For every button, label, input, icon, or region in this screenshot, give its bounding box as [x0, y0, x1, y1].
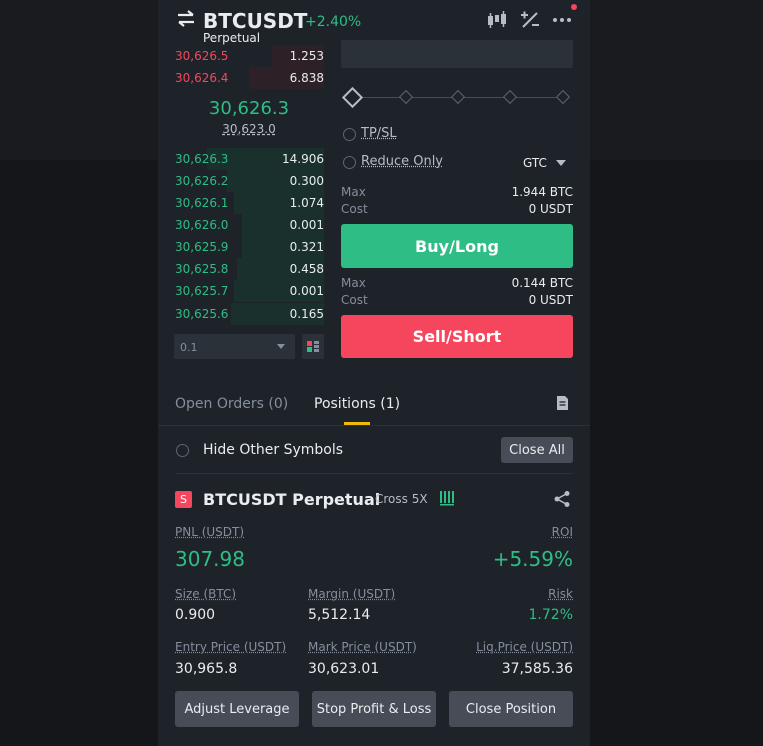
close-all-button[interactable]: Close All	[501, 437, 573, 463]
bid-qty: 0.458	[289, 262, 324, 276]
bid-price: 30,626.1	[175, 196, 229, 210]
adjust-leverage-button[interactable]: Adjust Leverage	[175, 691, 299, 727]
margin-mode[interactable]: Cross 5X	[375, 492, 428, 506]
bid-price: 30,625.9	[175, 240, 229, 254]
orderbook-layout-icon[interactable]	[302, 334, 324, 359]
positions-divider	[175, 473, 573, 474]
reduce-only-radio[interactable]	[343, 156, 356, 169]
margin-label[interactable]: Margin (USDT)	[308, 587, 395, 601]
more-icon[interactable]	[551, 10, 573, 30]
size-label[interactable]: Size (BTC)	[175, 587, 236, 601]
bid-row[interactable]: 30,625.9 0.321	[174, 236, 324, 258]
bid-row[interactable]: 30,626.2 0.300	[174, 170, 324, 192]
reduce-only-label[interactable]: Reduce Only	[361, 154, 443, 169]
contract-type: Perpetual	[203, 31, 261, 45]
buy-cost-label: Cost	[341, 202, 368, 216]
sell-max-label: Max	[341, 276, 366, 290]
tp-sl-radio[interactable]	[343, 128, 356, 141]
pnl-value: 307.98	[175, 547, 245, 571]
chevron-down-icon	[277, 344, 285, 349]
bid-qty: 0.300	[289, 174, 324, 188]
close-position-button[interactable]: Close Position	[449, 691, 573, 727]
roi-value: +5.59%	[492, 547, 573, 571]
entry-price-value: 30,965.8	[175, 661, 238, 677]
pnl-label[interactable]: PNL (USDT)	[175, 525, 244, 539]
depth-precision-value: 0.1	[180, 341, 198, 354]
bid-price: 30,626.0	[175, 218, 229, 232]
stop-profit-loss-button[interactable]: Stop Profit & Loss	[312, 691, 436, 727]
liq-price-value: 37,585.36	[501, 661, 573, 677]
bid-qty: 0.321	[289, 240, 324, 254]
bid-qty: 0.001	[289, 284, 324, 298]
slider-step-50[interactable]	[450, 89, 466, 105]
position-title[interactable]: BTCUSDT Perpetual	[203, 490, 380, 509]
chevron-down-icon[interactable]	[556, 160, 566, 166]
bid-row[interactable]: 30,626.0 0.001	[174, 214, 324, 236]
bid-row[interactable]: 30,625.6 0.165	[174, 303, 324, 325]
bid-qty: 0.001	[289, 218, 324, 232]
time-in-force-select[interactable]: GTC	[523, 156, 547, 170]
slider-handle[interactable]	[341, 86, 364, 109]
tabs-divider	[158, 425, 590, 426]
ask-qty: 6.838	[289, 71, 324, 85]
phone-screen: BTCUSDT +2.40% Perpetual 30,626.5 1.253 …	[158, 0, 590, 746]
candlestick-chart-icon[interactable]	[486, 10, 508, 30]
risk-label[interactable]: Risk	[548, 587, 573, 601]
last-price[interactable]: 30,626.3	[174, 98, 324, 119]
slider-step-100[interactable]	[555, 89, 571, 105]
mark-price[interactable]: 30,623.0	[174, 122, 324, 136]
bid-price: 30,625.6	[175, 307, 229, 321]
risk-value: 1.72%	[528, 607, 573, 623]
margin-value: 5,512.14	[308, 607, 371, 623]
bid-row[interactable]: 30,625.8 0.458	[174, 258, 324, 280]
bid-qty: 14.906	[282, 152, 324, 166]
sell-cost-label: Cost	[341, 293, 368, 307]
bid-price: 30,625.8	[175, 262, 229, 276]
share-icon[interactable]	[553, 490, 571, 508]
liq-price-label[interactable]: Liq.Price (USDT)	[476, 640, 573, 654]
adl-indicator-icon	[440, 491, 454, 506]
bid-row[interactable]: 30,626.1 1.074	[174, 192, 324, 214]
mark-price-value: 30,623.01	[308, 661, 380, 677]
hide-other-symbols-radio[interactable]	[176, 444, 189, 457]
roi-label[interactable]: ROI	[552, 525, 573, 539]
tab-open-orders[interactable]: Open Orders (0)	[175, 396, 288, 412]
tab-positions[interactable]: Positions (1)	[314, 396, 400, 412]
bid-price: 30,626.2	[175, 174, 229, 188]
buy-max-label: Max	[341, 185, 366, 199]
buy-cost-value: 0 USDT	[528, 202, 573, 216]
buy-long-button[interactable]: Buy/Long	[341, 224, 573, 268]
ask-row[interactable]: 30,626.4 6.838	[174, 67, 324, 89]
symbol-title[interactable]: BTCUSDT	[203, 9, 307, 33]
entry-price-label[interactable]: Entry Price (USDT)	[175, 640, 286, 654]
bid-price: 30,625.7	[175, 284, 229, 298]
tp-sl-label[interactable]: TP/SL	[361, 126, 397, 141]
document-icon[interactable]	[556, 395, 569, 411]
bid-qty: 0.165	[289, 307, 324, 321]
ask-qty: 1.253	[289, 49, 324, 63]
slider-step-75[interactable]	[502, 89, 518, 105]
percent-icon[interactable]	[519, 10, 541, 30]
ask-price: 30,626.5	[175, 49, 229, 63]
slider-step-25[interactable]	[398, 89, 414, 105]
mark-price-label[interactable]: Mark Price (USDT)	[308, 640, 417, 654]
sell-short-button[interactable]: Sell/Short	[341, 315, 573, 358]
short-side-badge: S	[175, 491, 192, 508]
price-change: +2.40%	[305, 14, 362, 30]
buy-max-value: 1.944 BTC	[511, 185, 573, 199]
swap-icon[interactable]	[176, 10, 196, 28]
sell-max-value: 0.144 BTC	[511, 276, 573, 290]
sell-cost-value: 0 USDT	[528, 293, 573, 307]
ask-price: 30,626.4	[175, 71, 229, 85]
size-value: 0.900	[175, 607, 216, 623]
bid-qty: 1.074	[289, 196, 324, 210]
hide-other-symbols-label[interactable]: Hide Other Symbols	[203, 442, 343, 458]
amount-input[interactable]	[341, 40, 573, 68]
bid-row[interactable]: 30,625.7 0.001	[174, 280, 324, 302]
notification-dot	[571, 4, 577, 10]
bid-price: 30,626.3	[175, 152, 229, 166]
depth-precision-select[interactable]: 0.1	[174, 334, 295, 359]
bid-row[interactable]: 30,626.3 14.906	[174, 148, 324, 170]
ask-row[interactable]: 30,626.5 1.253	[174, 45, 324, 67]
